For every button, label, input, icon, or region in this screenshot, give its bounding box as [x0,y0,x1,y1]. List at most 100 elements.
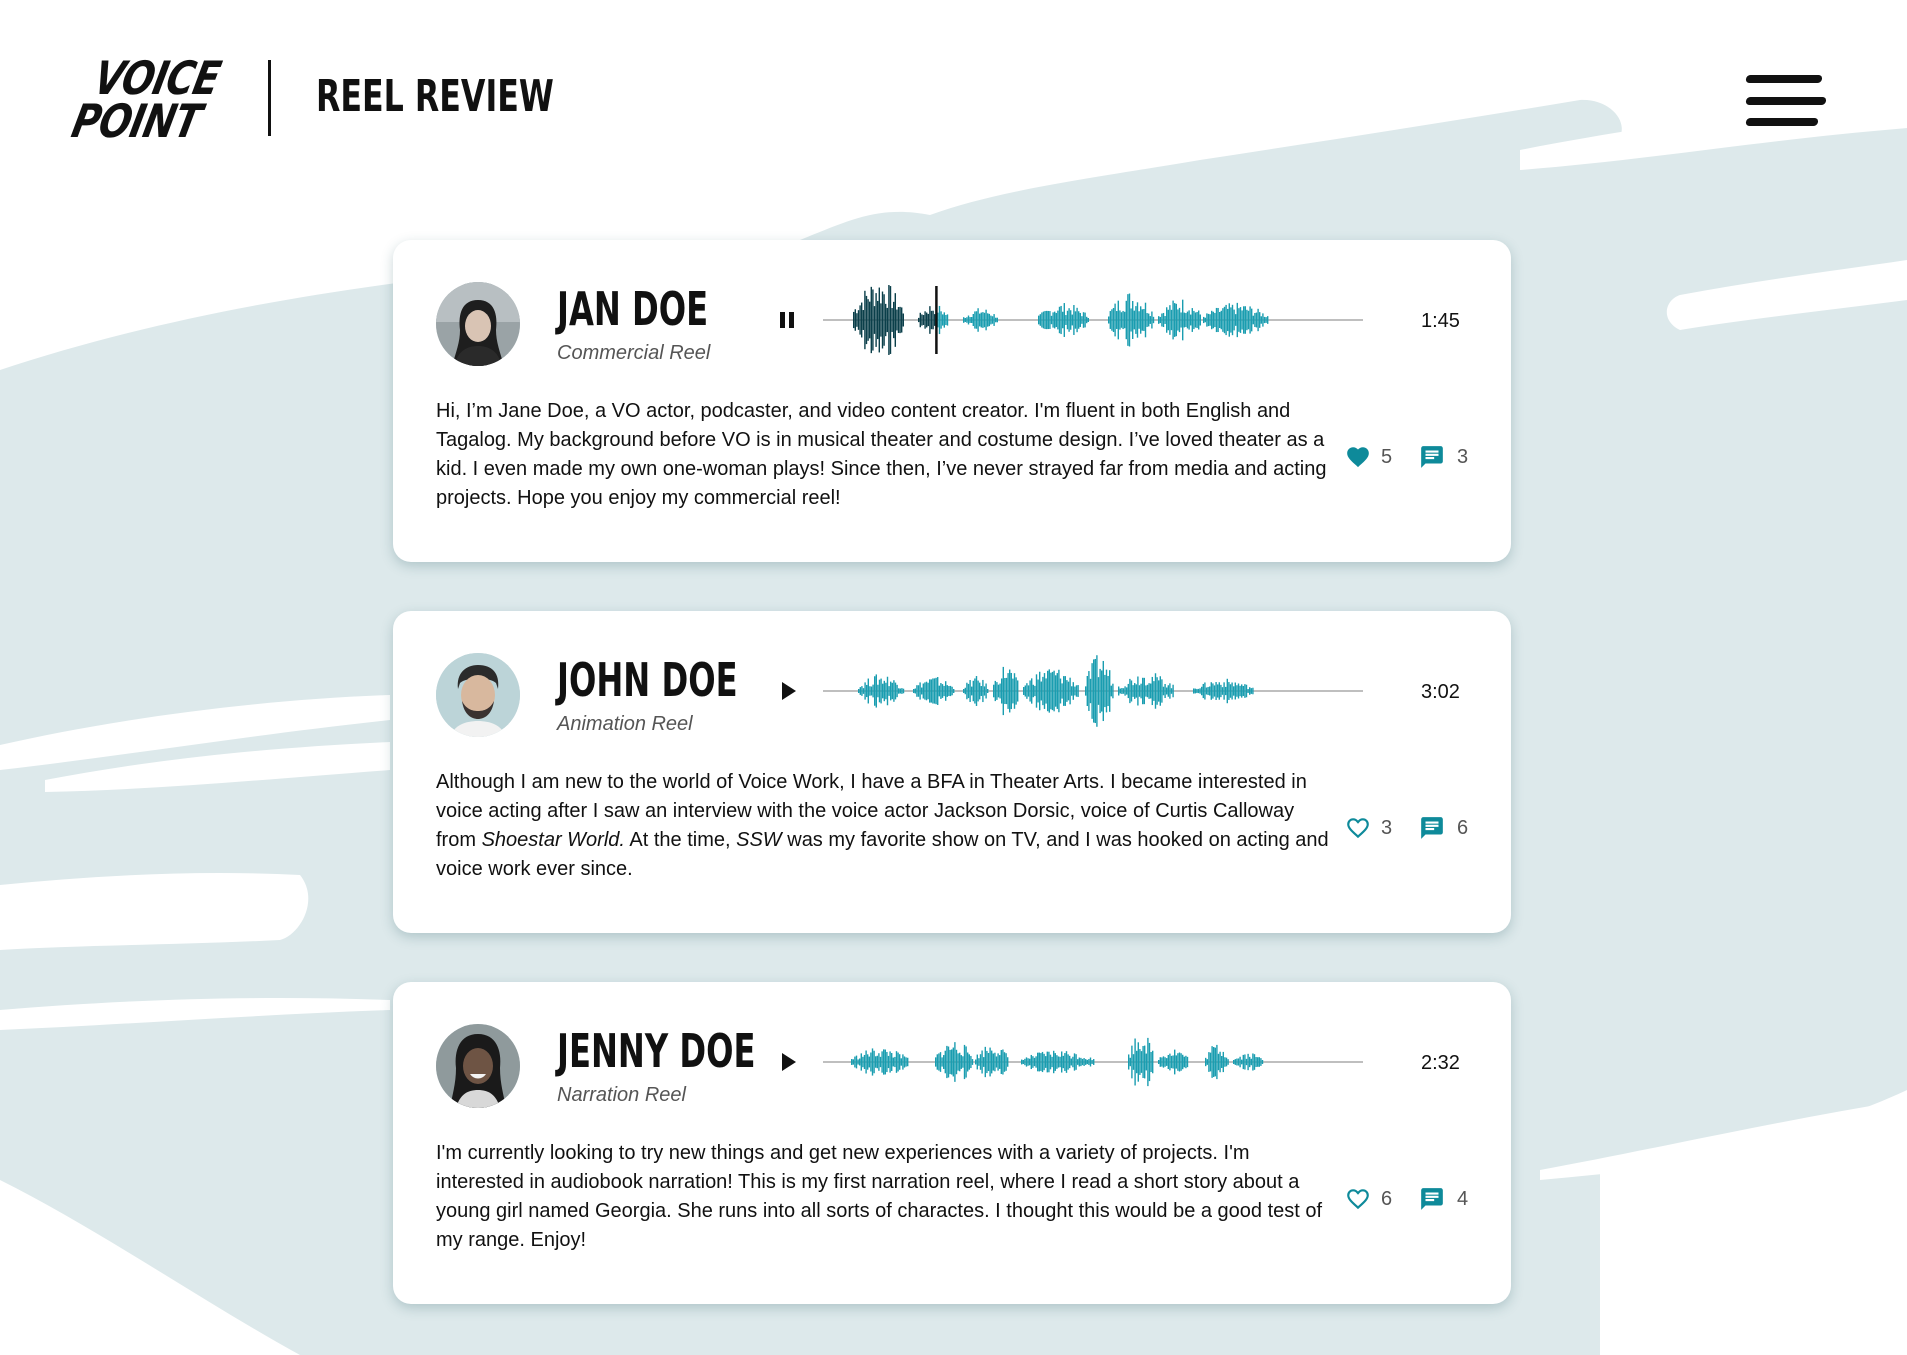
waveform-bar [982,679,984,703]
waveform-bar [1056,673,1058,709]
waveform-bar [1217,1053,1220,1071]
waveform-bar [1224,1057,1226,1067]
waveform-bar [988,313,990,327]
waveform-bar [1136,1050,1138,1074]
waveform-bar [1206,313,1208,327]
waveform-bar [867,1054,869,1070]
waveform-bar [1023,687,1025,695]
waveform-bar [1089,1057,1092,1067]
waveform-bar [1170,309,1173,331]
waveform-bar [872,289,874,351]
waveform-bar [1151,676,1153,706]
waveform-bar [886,1051,888,1073]
audio-waveform-scrubber[interactable] [823,270,1363,370]
waveform-bar [974,311,976,329]
like-count: 6 [1381,1187,1393,1210]
comment-button[interactable]: 3 [1419,443,1468,471]
waveform-bar [970,1055,972,1069]
waveform-bar [1213,685,1216,697]
waveform-bar [1096,655,1098,727]
voicepoint-logo[interactable]: VOICE POINT [67,51,228,155]
waveform-bar [1258,1057,1260,1067]
play-button[interactable] [773,673,803,709]
waveform-bar [899,306,901,334]
waveform-bar [1182,1054,1184,1070]
waveform-bar [873,306,876,334]
avatar-john-doe[interactable] [436,653,520,737]
waveform-bar [1172,1055,1174,1069]
waveform-bar [946,314,949,326]
waveform-bar [968,1054,970,1070]
pause-button[interactable] [773,302,803,338]
hamburger-menu-icon[interactable] [1745,73,1827,131]
waveform-bar [1175,1055,1177,1069]
waveform-bar [1227,308,1229,332]
like-button[interactable]: 6 [1345,1185,1392,1213]
waveform-bar [1241,310,1243,330]
waveform-bar [1170,1055,1173,1069]
waveform-bar [1044,310,1046,330]
waveform-bar [971,1059,974,1065]
waveform-bar [862,688,865,694]
heart-outline-icon [1345,815,1371,841]
waveform-bar [1250,1058,1252,1066]
reel-duration: 1:45 [1421,310,1460,332]
waveform-bar [971,686,973,696]
waveform-bar [977,680,979,702]
waveform-bar [1074,686,1076,696]
waveform-bar [979,682,981,700]
comment-button[interactable]: 4 [1419,1185,1468,1213]
waveform-bar [880,303,882,337]
waveform-bar [891,308,893,332]
waveform-bar [1125,300,1127,340]
waveform-bar [979,1054,982,1070]
waveform-bar [862,310,864,330]
waveform-bar [933,678,936,704]
waveform-bar [1086,1059,1088,1065]
waveform-bar [1128,293,1131,347]
reel-duration: 3:02 [1421,681,1460,703]
waveform-bar [873,1050,875,1074]
waveform-bar [1213,1047,1215,1077]
waveform-bar [883,680,885,702]
waveform-bar [1002,666,1004,716]
waveform-bar [1159,676,1161,706]
avatar-jan-doe[interactable] [436,282,520,366]
like-button[interactable]: 5 [1345,443,1392,471]
waveform-bar [1049,1054,1052,1070]
waveform-bar [1166,307,1168,333]
waveform-bar [1026,683,1028,699]
audio-waveform-scrubber[interactable] [823,1012,1363,1112]
avatar-jenny-doe[interactable] [436,1024,520,1108]
play-button[interactable] [773,1044,803,1080]
like-button[interactable]: 3 [1345,814,1392,842]
waveform-bar [1204,682,1206,700]
waveform-bar [1225,304,1227,336]
waveform-bar [1143,309,1145,331]
waveform-bar [955,1049,958,1075]
waveform-bar [1055,312,1057,328]
waveform-bar [1249,1056,1251,1068]
waveform-bar [1245,1058,1248,1066]
waveform-bar [1081,1058,1084,1066]
waveform-bar [1097,677,1100,705]
audio-waveform-scrubber[interactable] [823,641,1363,741]
waveform-bar [1237,683,1240,699]
comment-button[interactable]: 6 [1419,814,1468,842]
waveform-bar [937,677,939,705]
waveform-bar [1029,1058,1031,1066]
waveform-bar [1054,311,1056,329]
waveform-bar [1146,684,1149,698]
waveform-bar [946,1045,948,1079]
waveform-bar [1074,311,1077,329]
waveform-bar [1170,688,1173,694]
waveform-bar [1140,683,1142,699]
waveform-bar [1135,306,1137,334]
waveform-bar [1085,1059,1087,1065]
waveform-bar [1267,316,1269,324]
waveform-bar [1206,1059,1208,1065]
waveform-bar [994,1052,996,1072]
waveform-bar [870,1052,872,1072]
waveform-bar [1082,312,1085,328]
waveform-bar [869,686,871,696]
